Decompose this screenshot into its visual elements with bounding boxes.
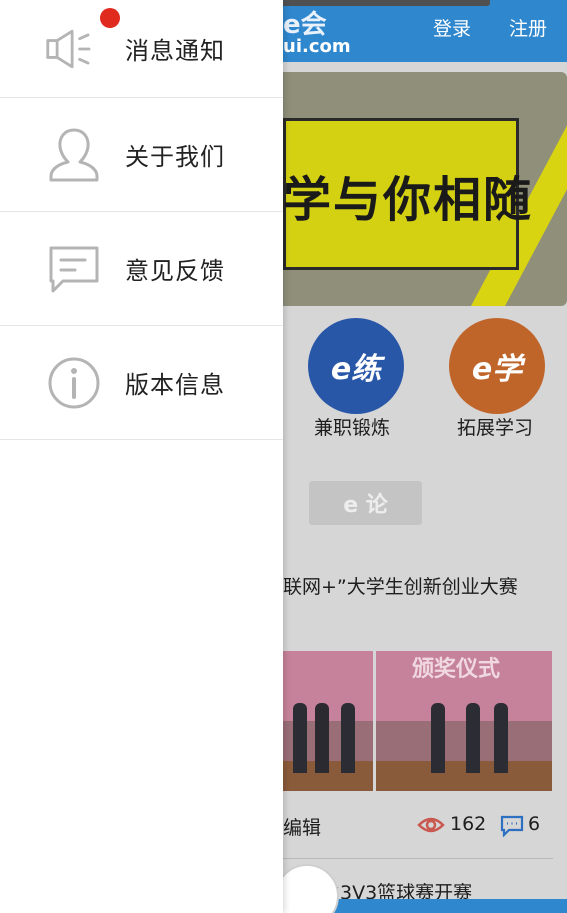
drawer-item-version-info[interactable]: 版本信息: [0, 326, 283, 440]
news-title[interactable]: 联网+”大学生创新创业大赛: [283, 572, 518, 599]
banner-text: 学与你相随: [283, 172, 534, 228]
user-icon: [44, 125, 104, 185]
info-icon: [44, 353, 104, 413]
speaker-icon: [44, 19, 104, 79]
drawer-item-notifications[interactable]: 消息通知: [0, 0, 283, 98]
comment-icon: [500, 815, 524, 841]
photo-caption: 颁奖仪式: [412, 657, 501, 682]
register-link[interactable]: 注册: [509, 14, 547, 41]
drawer-item-label: 意见反馈: [125, 257, 225, 285]
message-icon: [44, 239, 104, 299]
login-link[interactable]: 登录: [433, 14, 471, 41]
photo-person: [466, 703, 480, 773]
divider: [283, 858, 553, 859]
floating-button[interactable]: [275, 864, 339, 913]
eye-icon: [417, 815, 445, 839]
photo-person: [293, 703, 307, 773]
photo-person: [431, 703, 445, 773]
photo-person: [341, 703, 355, 773]
notification-badge: [100, 8, 120, 28]
news-photo[interactable]: [283, 651, 373, 791]
drawer-item-label: 关于我们: [125, 143, 225, 171]
photo-floor: [376, 761, 552, 791]
news-photo[interactable]: 颁奖仪式: [376, 651, 552, 791]
comments-count: 6: [528, 813, 541, 835]
drawer-item-feedback[interactable]: 意见反馈: [0, 212, 283, 326]
e-discussion-button[interactable]: e 论: [309, 481, 422, 525]
drawer-item-label: 消息通知: [125, 37, 225, 65]
news-author: 编辑: [283, 817, 322, 839]
drawer-item-label: 版本信息: [125, 371, 225, 399]
part-time-practice-label[interactable]: 兼职锻炼: [314, 413, 390, 440]
photo-person: [494, 703, 508, 773]
extended-study-label[interactable]: 拓展学习: [457, 413, 533, 440]
screen: e会 ui.com 登录 注册 学与你相随 e练 e学 兼职锻炼 拓展学习 e …: [0, 0, 567, 913]
extended-study-button[interactable]: e学: [449, 318, 545, 414]
drawer-item-about-us[interactable]: 关于我们: [0, 98, 283, 212]
photo-person: [315, 703, 329, 773]
logo-bottom-text: ui.com: [283, 36, 351, 57]
part-time-practice-button[interactable]: e练: [308, 318, 404, 414]
views-count: 162: [450, 813, 487, 835]
side-drawer: 消息通知 关于我们 意见反馈 版本信息: [0, 0, 283, 913]
